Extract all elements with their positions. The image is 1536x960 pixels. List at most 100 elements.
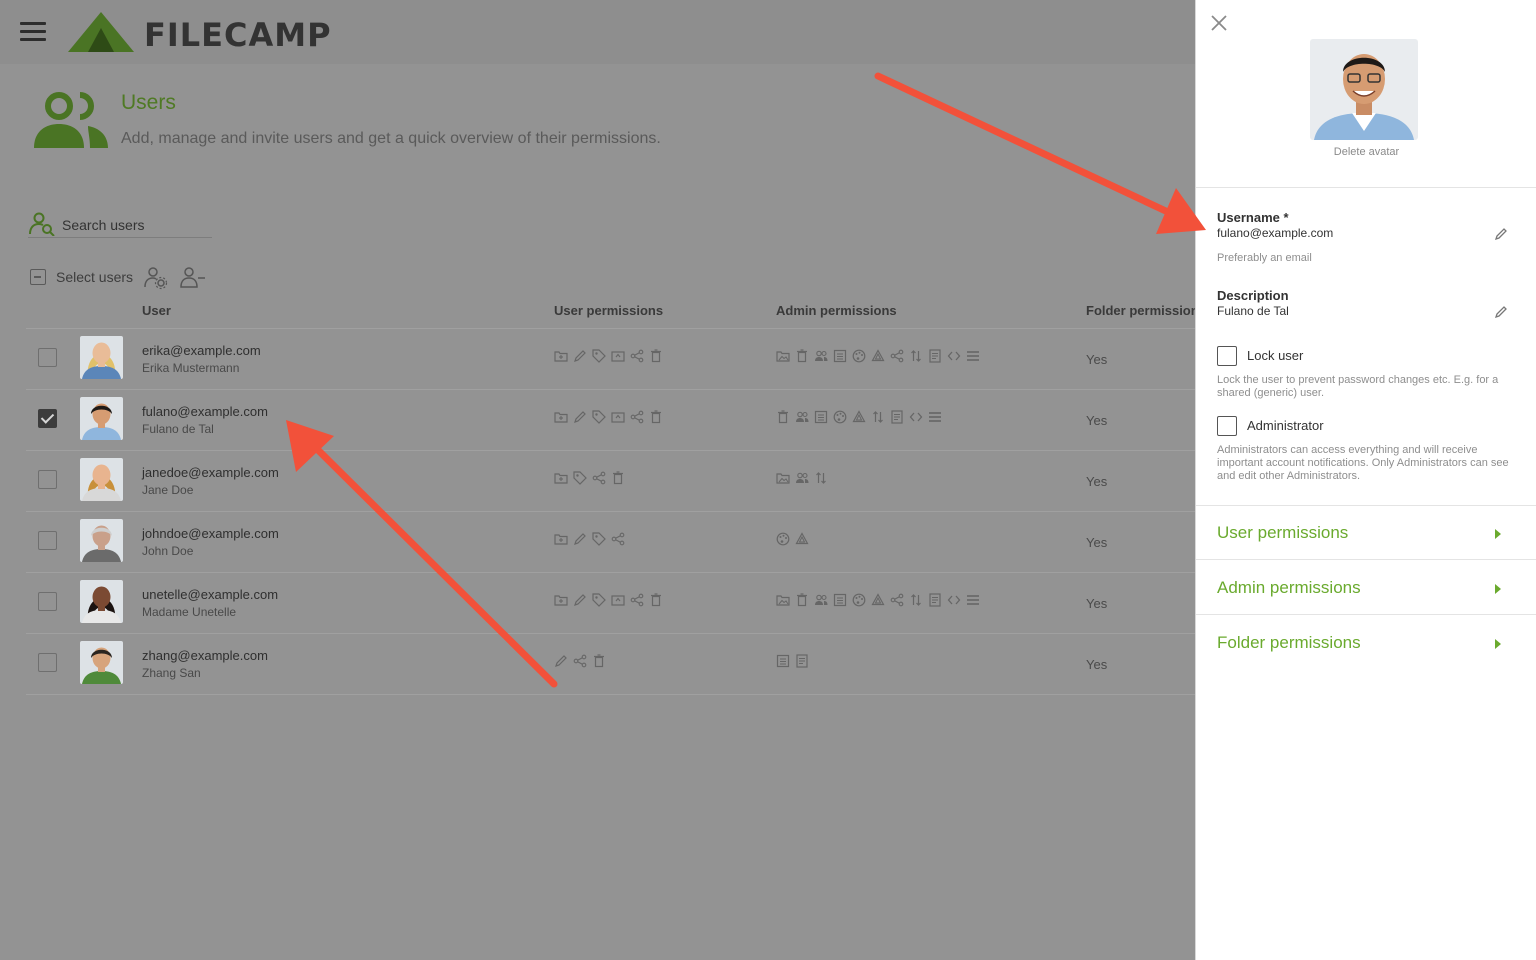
share-icon [630,349,644,363]
list-icon [833,349,847,363]
recycle-icon [871,349,885,362]
share-icon [890,593,904,607]
user-email[interactable]: zhang@example.com [142,648,268,663]
avatar [80,519,123,562]
column-admin-permissions[interactable]: Admin permissions [776,303,897,318]
user-email[interactable]: fulano@example.com [142,404,268,419]
tag-icon [592,593,606,607]
lock-user-help: Lock the user to prevent password change… [1217,374,1499,399]
menu-icon[interactable] [20,22,46,42]
user-email[interactable]: johndoe@example.com [142,526,279,541]
remove-user-icon[interactable] [180,266,206,290]
list-icon [776,654,790,668]
folder-add-icon [554,473,568,484]
page-title: Users [121,91,176,114]
administrator-checkbox[interactable] [1217,416,1237,436]
user-permission-icons [554,654,606,668]
row-checkbox[interactable] [38,348,57,367]
user-permissions-section[interactable]: User permissions [1196,506,1536,560]
description-label: Description [1217,288,1289,303]
share-icon [573,654,587,668]
column-user-permissions[interactable]: User permissions [554,303,663,318]
table-row[interactable]: unetelle@example.com Madame Unetelle Yes [26,573,1195,634]
delete-avatar-link[interactable]: Delete avatar [1196,146,1536,158]
username-hint: Preferably an email [1217,252,1312,264]
row-checkbox[interactable] [38,470,57,489]
trash-icon [797,349,807,363]
user-avatar[interactable] [1310,39,1418,140]
trash-icon [651,410,661,424]
folder-permission-value: Yes [1086,352,1108,367]
edit-icon [574,411,586,423]
column-folder-permissions[interactable]: Folder permissions [1086,303,1195,318]
folder-permissions-label: Folder permissions [1217,633,1361,652]
tag-icon [592,349,606,363]
avatar [80,458,123,501]
row-checkbox[interactable] [38,653,57,672]
sort-icon [816,472,826,484]
edit-icon [574,533,586,545]
close-icon[interactable] [1210,14,1228,32]
user-settings-icon[interactable] [144,266,168,290]
folder-add-icon [554,534,568,545]
table-row[interactable]: janedoe@example.com Jane Doe Yes [26,451,1195,512]
code-icon [909,412,923,422]
list-icon [814,410,828,424]
share-icon [611,532,625,546]
user-description: Zhang San [142,666,201,680]
table-row[interactable]: erika@example.com Erika Mustermann Yes [26,329,1195,390]
row-checkbox[interactable] [38,531,57,550]
column-user[interactable]: User [142,303,171,318]
user-permissions-label: User permissions [1217,523,1349,542]
tag-icon [592,532,606,546]
admin-permission-icons [776,410,942,424]
table-header: User User permissions Admin permissions … [26,296,1195,329]
select-all-checkbox[interactable] [30,269,46,285]
code-icon [947,351,961,361]
avatar [80,580,123,623]
table-row[interactable]: fulano@example.com Fulano de Tal Yes [26,390,1195,451]
folder-permission-value: Yes [1086,596,1108,611]
user-description: Fulano de Tal [142,422,214,436]
user-email[interactable]: unetelle@example.com [142,587,278,602]
row-checkbox[interactable] [38,409,57,428]
user-permission-icons [554,593,663,607]
avatar [80,336,123,379]
users-icon [796,411,809,422]
lock-user-label: Lock user [1247,348,1304,363]
row-checkbox[interactable] [38,592,57,611]
trash-icon [613,471,623,485]
users-icon [815,594,828,605]
edit-icon [574,350,586,362]
folder-add-icon [554,595,568,606]
search-box [28,212,212,238]
document-icon [796,654,808,668]
admin-permission-icons [776,654,809,668]
username-label: Username * [1217,210,1289,225]
description-value: Fulano de Tal [1217,304,1289,318]
search-input[interactable] [62,215,210,235]
image-folder-icon [776,473,790,484]
folder-permissions-section[interactable]: Folder permissions [1196,616,1536,670]
user-description: Erika Mustermann [142,361,240,375]
table-row[interactable]: johndoe@example.com John Doe Yes [26,512,1195,573]
palette-icon [776,532,790,546]
divider [1196,559,1536,560]
image-folder-icon [776,595,790,606]
edit-icon [555,655,567,667]
trash-icon [594,654,604,668]
tag-icon [573,471,587,485]
admin-permissions-section[interactable]: Admin permissions [1196,561,1536,615]
table-row[interactable]: zhang@example.com Zhang San Yes [26,634,1195,695]
edit-description-icon[interactable] [1494,305,1508,319]
table-body: erika@example.com Erika Mustermann Yes ful… [26,329,1195,695]
trash-icon [651,349,661,363]
user-detail-panel: Delete avatar Username * fulano@example.… [1195,0,1536,960]
edit-username-icon[interactable] [1494,227,1508,241]
filecamp-logo [68,12,134,52]
user-email[interactable]: janedoe@example.com [142,465,279,480]
lock-user-checkbox[interactable] [1217,346,1237,366]
user-email[interactable]: erika@example.com [142,343,261,358]
palette-icon [852,349,866,363]
document-icon [929,593,941,607]
